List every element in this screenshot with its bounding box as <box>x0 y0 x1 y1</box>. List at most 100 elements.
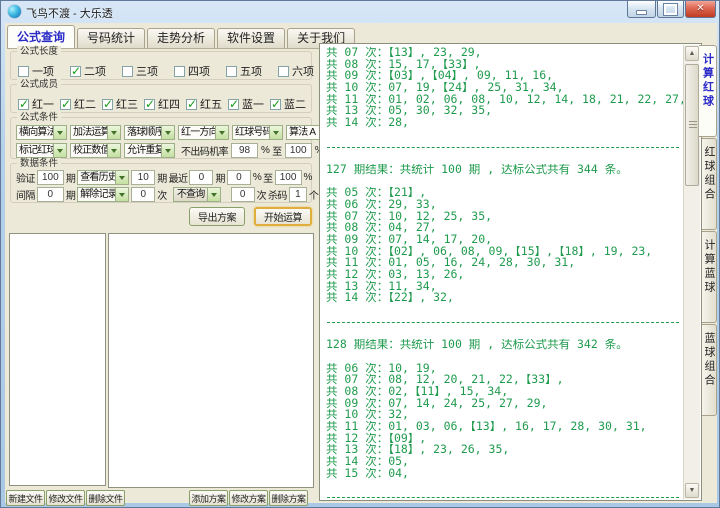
checkbox-icon[interactable] <box>228 99 239 110</box>
length-option[interactable]: 六项 <box>278 63 314 79</box>
window-title: 飞鸟不渡 - 大乐透 <box>26 5 113 21</box>
kill-label: 杀码 <box>268 187 287 202</box>
checkbox-icon[interactable] <box>186 99 197 110</box>
checkbox-icon[interactable] <box>122 66 133 77</box>
member-option[interactable]: 蓝一 <box>228 96 264 112</box>
release-record-dropdown[interactable]: 解除记录 <box>77 187 129 202</box>
side-tab[interactable]: 红球组合 <box>702 138 717 230</box>
checkbox-icon[interactable] <box>18 99 29 110</box>
scroll-up-icon[interactable]: ▲ <box>685 46 699 61</box>
result-line: 共 08 次：04, 27, <box>326 222 684 234</box>
result-line: 共 12 次：03, 13, 26, <box>326 269 684 281</box>
result-line: 共 12 次：【09】, <box>326 433 684 445</box>
percent-label: % <box>261 145 269 156</box>
side-tab[interactable]: 计算红球 <box>699 45 717 137</box>
percent-to-input[interactable] <box>275 170 302 185</box>
main-tab[interactable]: 走势分析 <box>147 28 215 48</box>
group-title: 公式条件 <box>17 112 61 123</box>
interval-input[interactable] <box>37 187 64 202</box>
chevron-down-icon <box>115 171 128 184</box>
history-dropdown[interactable]: 查看历史 <box>77 170 129 185</box>
chevron-down-icon <box>107 126 120 139</box>
length-option[interactable]: 四项 <box>174 63 210 79</box>
scrollbar-thumb[interactable] <box>685 64 699 186</box>
member-option[interactable]: 红三 <box>102 96 138 112</box>
miss-rate-from-input[interactable] <box>231 143 258 158</box>
query-mode-dropdown[interactable]: 不查询 <box>173 187 221 202</box>
period-label: 期 <box>66 187 75 202</box>
checkbox-icon[interactable] <box>70 66 81 77</box>
checkbox-label: 红一 <box>32 96 54 112</box>
main-tab[interactable]: 公式查询 <box>7 25 75 48</box>
kill-input[interactable] <box>289 187 307 202</box>
result-line <box>326 491 684 499</box>
length-option[interactable]: 二项 <box>70 63 106 79</box>
checkbox-label: 五项 <box>240 63 262 79</box>
app-icon <box>8 5 21 18</box>
chevron-down-icon <box>53 144 66 157</box>
checkbox-icon[interactable] <box>270 99 281 110</box>
formula-file-list[interactable] <box>9 233 106 486</box>
result-line: 共 07 次：08, 12, 20, 21, 22,【33】, <box>326 374 684 386</box>
formula-plan-list[interactable] <box>108 233 314 488</box>
side-tab[interactable]: 计算蓝球 <box>702 231 717 323</box>
member-option[interactable]: 蓝二 <box>270 96 306 112</box>
verify-input[interactable] <box>37 170 64 185</box>
close-button[interactable]: ✕ <box>685 1 716 18</box>
recent-input[interactable] <box>189 170 213 185</box>
release-input[interactable] <box>131 187 155 202</box>
member-option[interactable]: 红五 <box>186 96 222 112</box>
checkbox-label: 红四 <box>158 96 180 112</box>
length-option[interactable]: 五项 <box>226 63 262 79</box>
times-label: 次 <box>257 187 266 202</box>
result-line: 共 07 次：【13】, 23, 29, <box>326 47 684 59</box>
history-input[interactable] <box>131 170 155 185</box>
condition-dropdown[interactable]: 加法运算 <box>70 125 121 140</box>
minimize-button[interactable] <box>627 1 656 18</box>
checkbox-icon[interactable] <box>102 99 113 110</box>
export-plan-button[interactable]: 导出方案 <box>189 207 245 226</box>
file-button[interactable]: 删除文件 <box>86 490 125 506</box>
checkbox-icon[interactable] <box>144 99 155 110</box>
interval-label: 间隔 <box>16 187 35 202</box>
maximize-button[interactable] <box>657 1 684 18</box>
plan-button[interactable]: 修改方案 <box>229 490 268 506</box>
plan-button[interactable]: 删除方案 <box>269 490 308 506</box>
main-tab[interactable]: 软件设置 <box>217 28 285 48</box>
result-line: 共 07 次：10, 12, 25, 35, <box>326 211 684 223</box>
checkbox-icon[interactable] <box>174 66 185 77</box>
main-tab[interactable]: 号码统计 <box>77 28 145 48</box>
condition-dropdown[interactable]: 标记红球 <box>16 143 67 158</box>
member-option[interactable]: 红一 <box>18 96 54 112</box>
condition-dropdown[interactable]: 允许重复 <box>124 143 175 158</box>
checkbox-icon[interactable] <box>18 66 29 77</box>
checkbox-label: 蓝一 <box>242 96 264 112</box>
side-tab[interactable]: 蓝球组合 <box>702 324 717 416</box>
condition-dropdown[interactable]: 红球号码 <box>232 125 283 140</box>
group-data-conditions: 数据条件 验证 期 查看历史 期 最近 期 % 至 % <box>10 163 312 203</box>
length-option[interactable]: 三项 <box>122 63 158 79</box>
result-line: 共 09 次：07, 14, 24, 25, 27, 29, <box>326 398 684 410</box>
checkbox-icon[interactable] <box>278 66 289 77</box>
query-times-input[interactable] <box>231 187 255 202</box>
checkbox-icon[interactable] <box>60 99 71 110</box>
scroll-down-icon[interactable]: ▼ <box>685 483 699 498</box>
checkbox-label: 蓝二 <box>284 96 306 112</box>
condition-dropdown[interactable]: 红一方向 <box>178 125 229 140</box>
checkbox-icon[interactable] <box>226 66 237 77</box>
member-option[interactable]: 红二 <box>60 96 96 112</box>
file-button[interactable]: 修改文件 <box>46 490 85 506</box>
start-calculation-button[interactable]: 开始运算 <box>254 207 312 226</box>
result-line: 共 14 次：28, <box>326 117 684 129</box>
percent-from-input[interactable] <box>227 170 251 185</box>
result-line: 共 13 次：05, 30, 32, 35, <box>326 105 684 117</box>
member-option[interactable]: 红四 <box>144 96 180 112</box>
condition-dropdown[interactable]: 横向算法 <box>16 125 67 140</box>
plan-button[interactable]: 添加方案 <box>189 490 228 506</box>
condition-dropdown[interactable]: 校正数值 <box>70 143 121 158</box>
length-option[interactable]: 一项 <box>18 63 54 79</box>
miss-rate-to-input[interactable] <box>285 143 312 158</box>
file-button[interactable]: 新建文件 <box>6 490 45 506</box>
results-scrollbar[interactable]: ▲ ▼ <box>683 45 700 499</box>
condition-dropdown[interactable]: 落球顺序 <box>124 125 175 140</box>
